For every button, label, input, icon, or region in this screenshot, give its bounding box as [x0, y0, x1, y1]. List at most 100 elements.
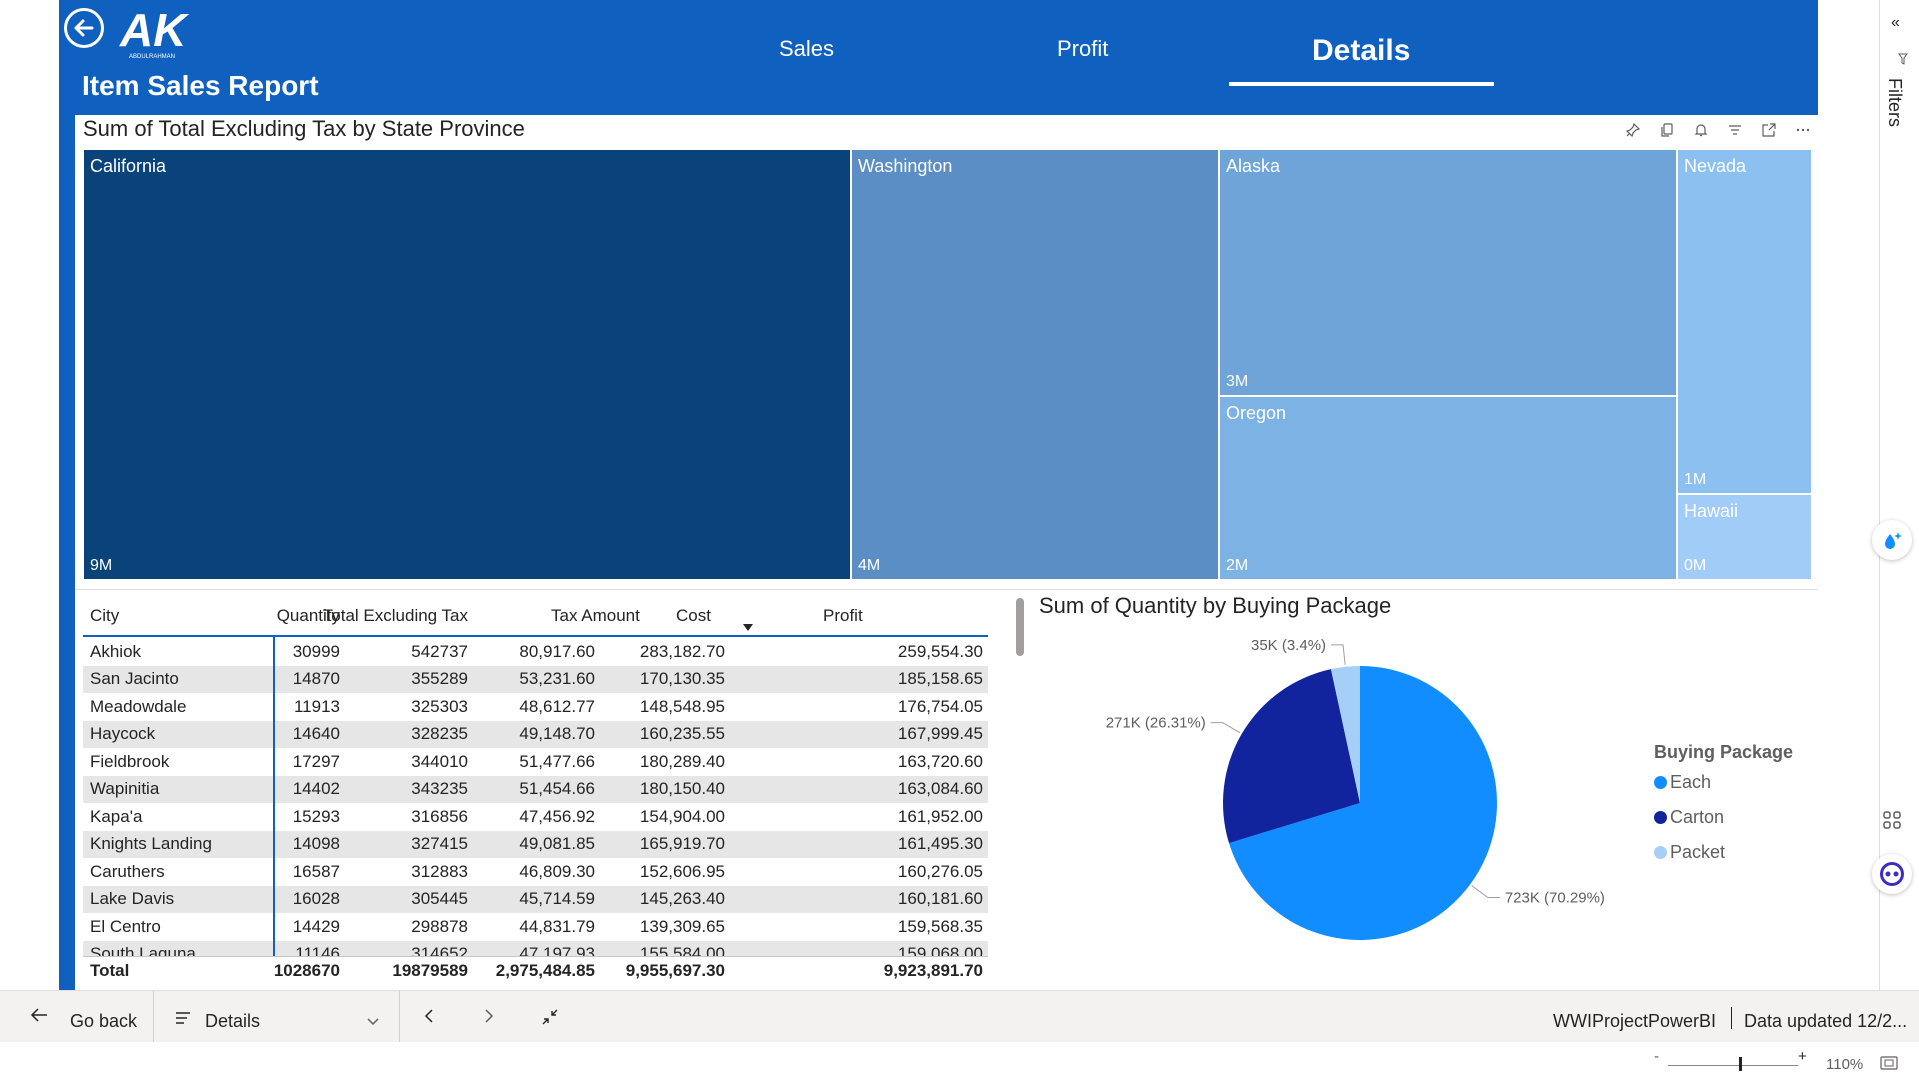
zoom-out-button[interactable]: - — [1654, 1048, 1659, 1065]
treemap-tile-label: Nevada — [1684, 156, 1747, 176]
chevron-down-icon[interactable] — [367, 1013, 379, 1031]
cell-quantity: 16587 — [292, 861, 340, 881]
table-row[interactable]: Wapinitia 14402 343235 51,454.66 180,150.40 1… — [83, 775, 988, 803]
table-row[interactable]: Knights Landing 14098 327415 49,081.85 165,9… — [83, 830, 988, 858]
report-canvas: AK ABDULRAHMAN Item Sales Report Sales P… — [0, 0, 1818, 990]
assistant-button[interactable] — [1872, 854, 1912, 894]
cell-tax-amount: 48,612.77 — [519, 696, 595, 716]
zoom-in-button[interactable]: + — [1798, 1048, 1807, 1065]
treemap-tile-value: 9M — [90, 557, 113, 574]
filters-pane-label[interactable]: Filters — [1884, 78, 1905, 127]
treemap-tile-oregon[interactable]: Oregon 2M — [1219, 396, 1677, 580]
double-chevron-left-icon[interactable]: « — [1891, 14, 1900, 32]
column-header-cost[interactable]: Cost — [676, 606, 711, 626]
cell-tax-amount: 46,809.30 — [519, 861, 595, 881]
cell-cost: 148,548.95 — [639, 696, 725, 716]
focus-mode-icon[interactable] — [1758, 120, 1780, 140]
cell-quantity: 14402 — [292, 779, 340, 799]
treemap-tile-label: Washington — [858, 156, 953, 176]
arrow-left-icon — [74, 19, 94, 37]
treemap-tile-washington[interactable]: Washington 4M — [851, 149, 1219, 580]
cell-city: Caruthers — [90, 861, 165, 881]
zoom-level[interactable]: 110% — [1826, 1056, 1863, 1073]
column-header-city[interactable]: City — [90, 606, 119, 626]
legend-dot-carton — [1654, 811, 1667, 824]
collapse-view-icon[interactable] — [542, 1009, 558, 1030]
data-updated-status[interactable]: Data updated 12/2... — [1744, 1011, 1907, 1032]
cell-cost: 180,289.40 — [639, 751, 725, 771]
tab-details[interactable]: Details — [1312, 34, 1410, 68]
cell-profit: 176,754.05 — [897, 696, 983, 716]
separator — [1731, 1007, 1732, 1029]
workspace-name[interactable]: WWIProjectPowerBI — [1553, 1011, 1716, 1032]
cell-profit: 161,952.00 — [897, 806, 983, 826]
treemap-tile-value: 2M — [1226, 557, 1249, 574]
cell-profit: 167,999.45 — [897, 724, 983, 744]
treemap-tile-value: 1M — [1684, 471, 1707, 488]
table-row[interactable]: El Centro 14429 298878 44,831.79 139,309.65 1… — [83, 913, 988, 941]
cell-total-excluding-tax: 305445 — [411, 889, 468, 909]
table-row[interactable]: Caruthers 16587 312883 46,809.30 152,606.95 1… — [83, 858, 988, 886]
filter-icon[interactable] — [1724, 120, 1746, 140]
column-header-profit[interactable]: Profit — [823, 606, 863, 626]
bell-icon[interactable] — [1690, 120, 1712, 140]
cell-cost: 152,606.95 — [639, 861, 725, 881]
tab-sales[interactable]: Sales — [779, 36, 834, 62]
report-back-button[interactable] — [64, 8, 104, 48]
cell-cost: 160,235.55 — [639, 724, 725, 744]
next-page-icon[interactable] — [484, 1008, 494, 1029]
cell-quantity: 17297 — [292, 751, 340, 771]
zoom-slider-track[interactable] — [1668, 1065, 1798, 1066]
cell-quantity: 14098 — [292, 834, 340, 854]
cell-total-excluding-tax: 328235 — [411, 724, 468, 744]
pie-leader-line — [1331, 644, 1346, 665]
table-row[interactable]: Akhiok 30999 542737 80,917.60 283,182.70 259,… — [83, 638, 988, 666]
active-tab-indicator — [1229, 82, 1494, 86]
legend-item-packet[interactable]: Packet — [1654, 842, 1725, 863]
treemap-tile-nevada[interactable]: Nevada 1M — [1677, 149, 1812, 494]
table-scrollbar[interactable] — [1016, 598, 1024, 656]
arrow-left-icon[interactable] — [30, 1007, 48, 1028]
go-back-button[interactable]: Go back — [70, 1011, 137, 1032]
zoom-slider-thumb[interactable] — [1738, 1057, 1742, 1071]
copy-icon[interactable] — [1656, 120, 1678, 140]
cell-tax-amount: 49,148.70 — [519, 724, 595, 744]
treemap-tile-label: Hawaii — [1684, 501, 1739, 521]
previous-page-icon[interactable] — [424, 1008, 434, 1029]
treemap-tile-hawaii[interactable]: Hawaii 0M — [1677, 494, 1812, 580]
fit-to-page-icon[interactable] — [1880, 1056, 1898, 1075]
cell-tax-amount: 53,231.60 — [519, 669, 595, 689]
water-drop-sparkle-icon — [1885, 532, 1902, 549]
table-row[interactable]: Fieldbrook 17297 344010 51,477.66 180,289.40… — [83, 748, 988, 776]
legend-item-carton[interactable]: Carton — [1654, 807, 1724, 828]
cell-city: Knights Landing — [90, 834, 212, 854]
cell-city: Lake Davis — [90, 889, 175, 909]
treemap-tile-alaska[interactable]: Alaska 3M — [1219, 149, 1677, 396]
page-selector[interactable]: Details — [205, 1011, 260, 1032]
cell-city: Meadowdale — [90, 696, 187, 716]
filter-funnel-icon — [1898, 52, 1908, 70]
table-row[interactable]: Haycock 14640 328235 49,148.70 160,235.55 167… — [83, 720, 988, 748]
legend-item-each[interactable]: Each — [1654, 772, 1711, 793]
table-row[interactable]: San Jacinto 14870 355289 53,231.60 170,130.3… — [83, 665, 988, 693]
treemap-tile-value: 4M — [858, 557, 881, 574]
column-header-tax-amount[interactable]: Tax Amount — [551, 606, 640, 626]
pin-icon[interactable] — [1622, 120, 1644, 140]
cell-profit: 161,495.30 — [897, 834, 983, 854]
treemap-tile-california[interactable]: California 9M — [83, 149, 851, 580]
cell-total-excluding-tax: 344010 — [411, 751, 468, 771]
column-header-total-excluding-tax[interactable]: Total Excluding Tax — [323, 606, 468, 626]
logo-text: AK — [119, 4, 189, 56]
sort-descending-icon[interactable] — [743, 623, 753, 634]
table-row[interactable]: Lake Davis 16028 305445 45,714.59 145,263.40… — [83, 885, 988, 913]
apps-button[interactable] — [1872, 800, 1912, 840]
cell-profit: 185,158.65 — [897, 669, 983, 689]
cell-quantity: 14429 — [292, 916, 340, 936]
more-options-icon[interactable] — [1792, 120, 1814, 140]
table-row[interactable]: Meadowdale 11913 325303 48,612.77 148,548.95… — [83, 693, 988, 721]
table-row[interactable]: Kapa'a 15293 316856 47,456.92 154,904.00 161,… — [83, 803, 988, 831]
tab-profit[interactable]: Profit — [1057, 36, 1108, 62]
copilot-drop-button[interactable] — [1872, 520, 1912, 560]
cell-profit: 163,084.60 — [897, 779, 983, 799]
cell-city: Wapinitia — [90, 779, 160, 799]
